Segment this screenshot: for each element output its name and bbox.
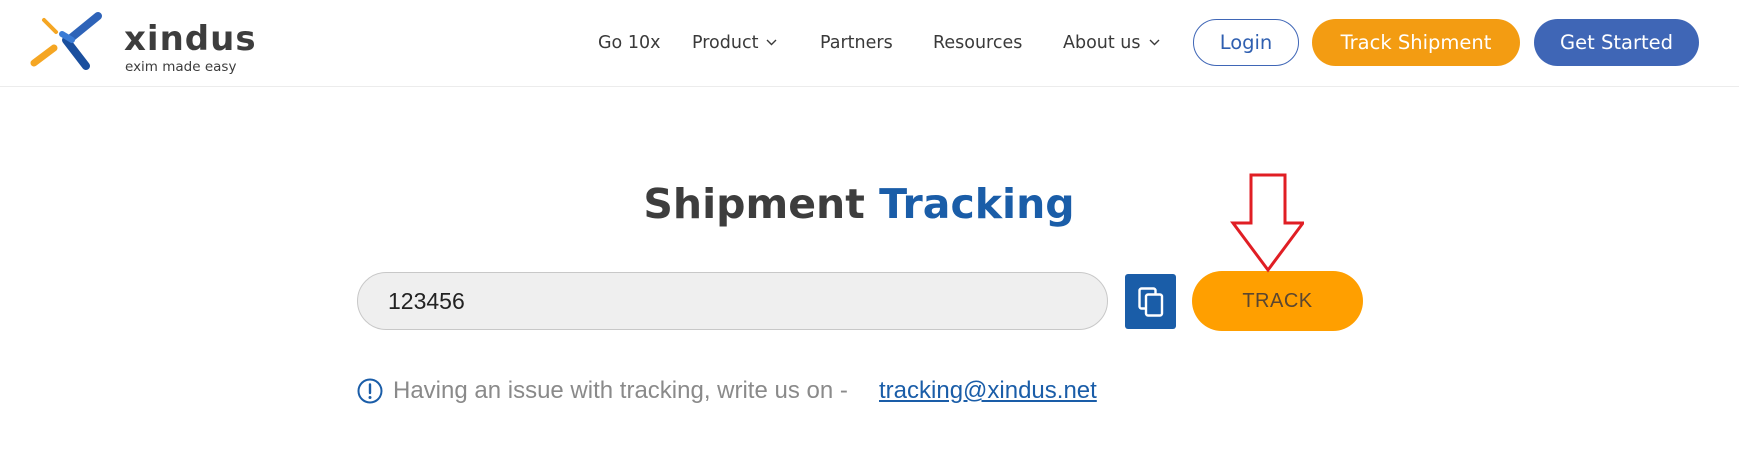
nav-item-partners[interactable]: Partners (820, 31, 893, 55)
page-title: Shipment Tracking (0, 178, 1718, 230)
xindus-logo-mark-icon (30, 12, 102, 70)
chevron-down-icon (766, 29, 777, 53)
nav-item-about-us[interactable]: About us (1063, 31, 1160, 55)
logo-tagline: exim made easy (125, 59, 237, 75)
track-button[interactable]: TRACK (1192, 271, 1363, 331)
red-down-arrow-icon (1230, 173, 1304, 273)
login-button[interactable]: Login (1193, 19, 1299, 66)
nav-item-go-10x[interactable]: Go 10x (598, 31, 660, 55)
help-text: Having an issue with tracking, write us … (393, 377, 848, 404)
tracking-number-input[interactable] (357, 272, 1108, 330)
nav-item-label: Go 10x (598, 33, 661, 53)
page-title-part1: Shipment (643, 180, 865, 228)
xindus-logo[interactable]: xindus exim made easy (26, 8, 256, 80)
nav-item-label: Product (692, 33, 759, 53)
nav-item-label: Partners (820, 33, 893, 53)
chevron-down-icon (1149, 29, 1160, 53)
copy-icon (1137, 286, 1163, 317)
site-header: xindus exim made easy Go 10x Product Par… (0, 0, 1739, 87)
tracking-email-link[interactable]: tracking@xindus.net (879, 376, 1097, 406)
nav-item-label: About us (1063, 33, 1141, 53)
get-started-button[interactable]: Get Started (1534, 19, 1699, 66)
info-circle-icon (357, 378, 383, 404)
copy-button[interactable] (1125, 274, 1176, 329)
nav-item-product[interactable]: Product (692, 31, 777, 55)
nav-item-label: Resources (933, 33, 1023, 53)
track-shipment-button[interactable]: Track Shipment (1312, 19, 1520, 66)
logo-wordmark: xindus (124, 19, 257, 59)
nav-item-resources[interactable]: Resources (933, 31, 1022, 55)
page-title-part2: Tracking (879, 180, 1075, 228)
